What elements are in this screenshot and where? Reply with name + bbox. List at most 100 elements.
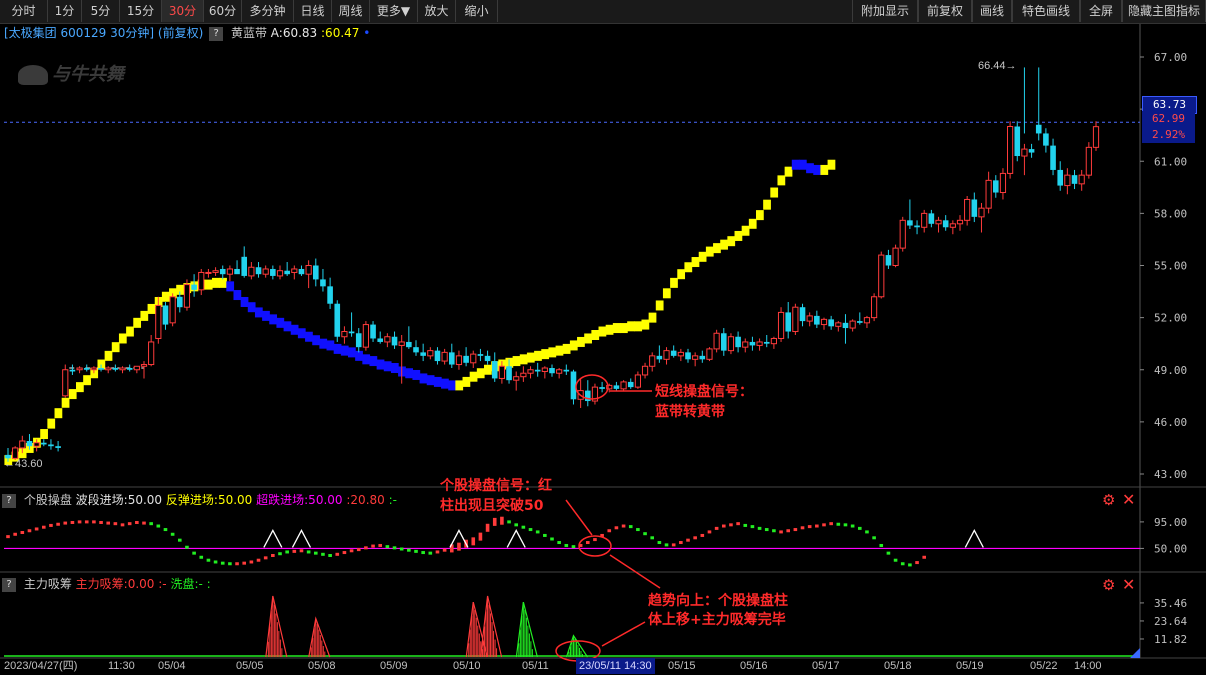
scroll-corner-icon[interactable] <box>1130 648 1140 658</box>
help-icon[interactable]: ? <box>2 493 16 508</box>
sub1-point <box>650 536 655 540</box>
sub2-close-icon[interactable]: ✕ <box>1122 575 1135 594</box>
sub2-name[interactable]: 主力吸筹 <box>24 577 72 591</box>
sub1-point <box>764 528 769 532</box>
candle-body <box>169 296 176 324</box>
band-segment <box>627 321 635 332</box>
candle-body <box>155 304 162 339</box>
x-tick-label: 05/19 <box>956 660 984 672</box>
candle-body <box>921 212 928 228</box>
sub1-point <box>657 541 662 545</box>
candle-body <box>284 270 290 275</box>
band-segment <box>376 359 385 370</box>
sub1-point <box>6 535 10 539</box>
candle-body <box>90 367 97 371</box>
help-icon[interactable]: ? <box>209 26 224 41</box>
sub1-point <box>815 524 819 528</box>
watermark-logo: 与牛共舞 <box>18 60 124 86</box>
candle-body <box>48 444 54 447</box>
candle-body <box>470 353 477 364</box>
sub2-gear-icon[interactable]: ⚙ <box>1102 576 1115 594</box>
band-segment <box>455 380 464 391</box>
sub1-point <box>492 517 497 526</box>
help-icon[interactable]: ? <box>2 577 16 592</box>
candle-body <box>262 268 269 275</box>
sub2-y-label: 35.46 <box>1154 597 1187 610</box>
candle-body <box>226 268 233 275</box>
sub1-point <box>242 561 247 565</box>
chart-area[interactable]: 67.0064.0061.0058.0055.0052.0049.0046.00… <box>0 0 1206 675</box>
x-tick-label: 05/15 <box>668 660 696 672</box>
candle-body <box>183 284 191 308</box>
adjust-label: (前复权) <box>157 26 204 40</box>
sub1-point <box>292 549 297 553</box>
candle-body <box>699 355 706 360</box>
candle-body <box>1028 149 1035 153</box>
candle-body <box>992 180 999 193</box>
candle-body <box>40 442 47 445</box>
candle-body <box>205 271 212 274</box>
sub1-point <box>793 528 798 532</box>
sub1-point <box>500 516 504 525</box>
band-segment <box>548 347 557 358</box>
stock-name-label[interactable]: [太极集团 600129 30分钟] <box>4 26 154 40</box>
sub1-point <box>721 524 726 528</box>
annotation-text-3a: 趋势向上：个股操盘柱 <box>648 592 788 609</box>
candle-body <box>842 322 849 329</box>
candle-body <box>198 271 205 291</box>
band-segment <box>383 361 392 372</box>
band-segment <box>670 277 678 288</box>
band-segment <box>433 376 442 387</box>
candle-body <box>1035 124 1042 134</box>
band-segment <box>247 302 256 313</box>
sub1-point <box>192 551 196 555</box>
candle-body <box>62 369 69 397</box>
sub1-close-icon[interactable]: ✕ <box>1122 490 1135 509</box>
candle-body <box>491 361 498 379</box>
candle-body <box>477 354 484 356</box>
sub1-point <box>249 560 254 564</box>
sub1-point <box>857 526 862 530</box>
candle-body <box>498 365 505 379</box>
sub1-point <box>156 524 161 528</box>
candle-body <box>348 331 355 334</box>
sub1-point <box>163 528 168 532</box>
low-price-label: ←43.60 <box>4 458 43 470</box>
sub1-point <box>514 523 519 527</box>
band-segment <box>204 279 213 290</box>
band-segment <box>727 236 736 247</box>
band-segment <box>462 376 471 387</box>
indicator-name[interactable]: 黄蓝带 <box>231 26 267 40</box>
band-segment <box>820 164 829 175</box>
sub1-point <box>263 556 268 560</box>
candle-body <box>384 336 391 343</box>
candle-body <box>999 172 1007 194</box>
candle-body <box>634 374 641 388</box>
candle-body <box>312 265 319 280</box>
candle-body <box>126 368 133 370</box>
sub1-y-label: 50.00 <box>1154 542 1187 555</box>
sub1-point <box>220 561 225 565</box>
sub1-point <box>485 523 490 532</box>
candle-body <box>448 352 455 365</box>
candle-body <box>899 219 906 249</box>
candle-body <box>19 440 26 449</box>
candle-body <box>148 341 155 366</box>
candle-body <box>1014 126 1021 157</box>
sub2-s4: : <box>206 577 211 591</box>
sub1-point <box>593 538 597 542</box>
band-segment <box>620 323 628 334</box>
sub1-s1: 波段进场:50.00 <box>75 493 163 507</box>
sub1-point <box>77 520 82 524</box>
sub1-point <box>743 523 748 527</box>
candle-body <box>420 352 426 356</box>
sub1-point <box>142 521 146 525</box>
sub1-point <box>328 553 332 557</box>
sub1-name[interactable]: 个股操盘 <box>24 493 72 507</box>
sub1-gear-icon[interactable]: ⚙ <box>1102 491 1115 509</box>
band-segment <box>140 310 149 321</box>
sub1-point <box>557 541 561 545</box>
annotation-text-2b: 柱出现且突破50 <box>440 497 544 514</box>
candle-body <box>599 387 605 389</box>
sub1-point <box>41 525 46 529</box>
